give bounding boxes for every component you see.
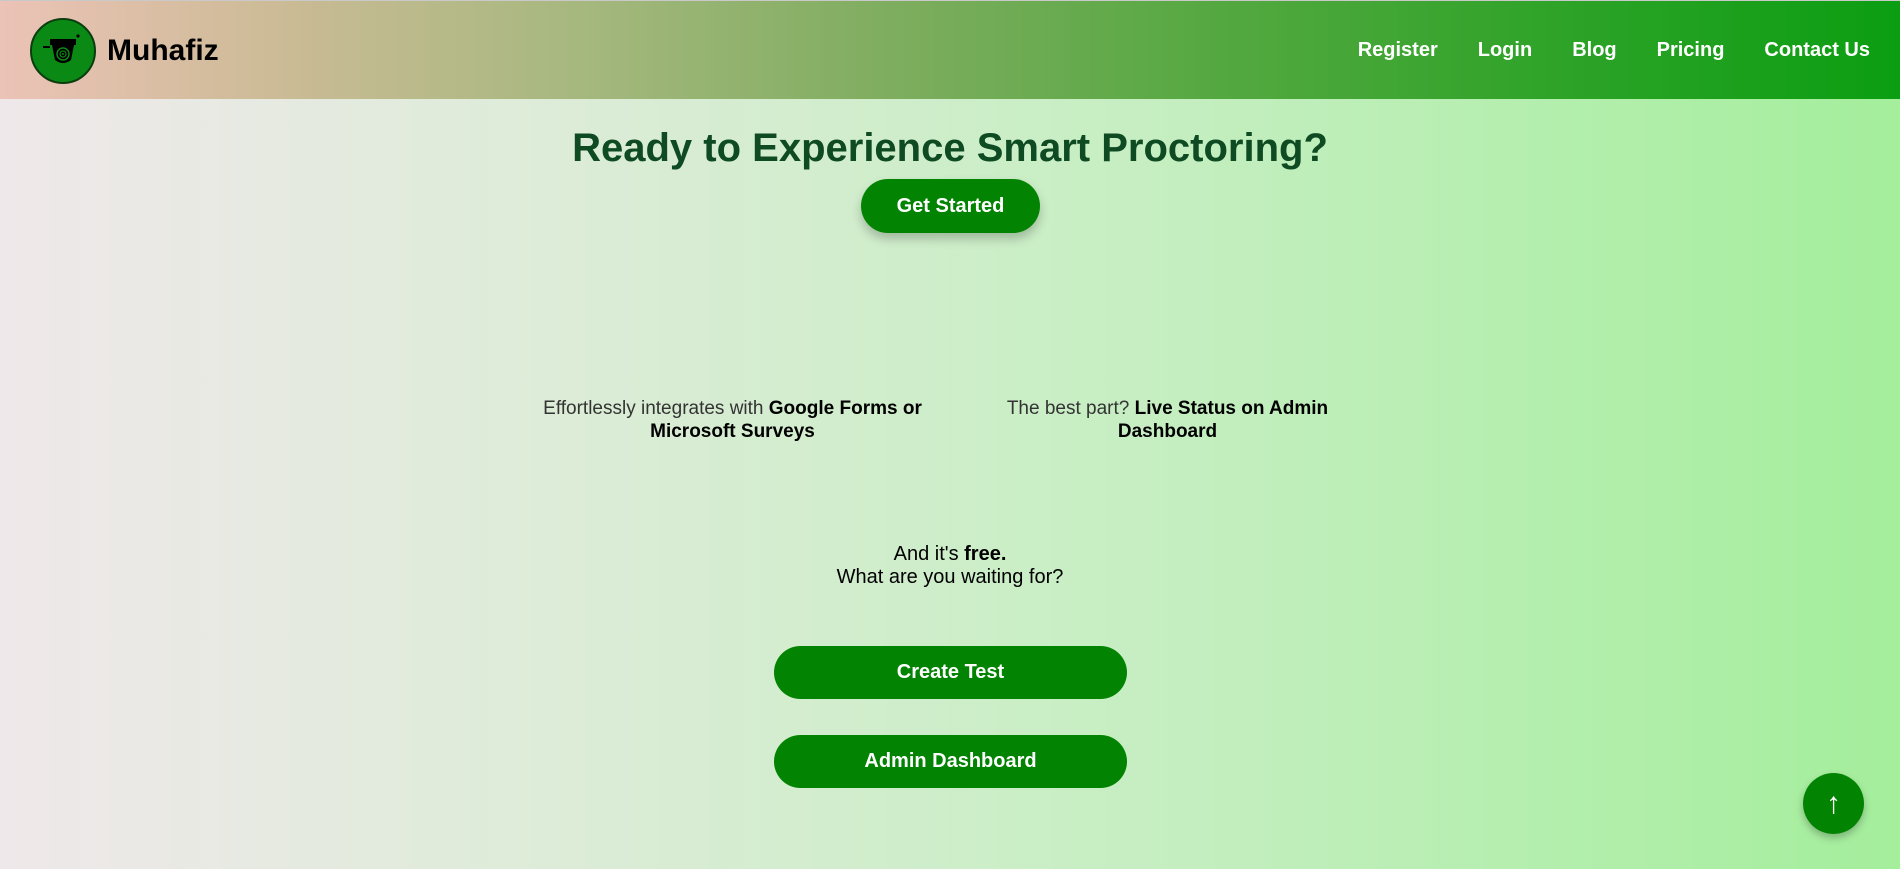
nav-contact-link[interactable]: Contact Us [1764, 39, 1870, 62]
free-note: And it's free. What are you waiting for? [0, 543, 1900, 589]
feature-live-status-highlight: Live Status on Admin Dashboard [1117, 398, 1329, 442]
feature-integrations: Effortlessly integrates with Google Form… [540, 397, 925, 443]
feature-live-status: The best part? Live Status on Admin Dash… [990, 397, 1345, 443]
arrow-up-icon: ↑ [1826, 786, 1841, 820]
create-test-button[interactable]: Create Test [774, 646, 1127, 699]
brand[interactable]: Muhafiz [30, 18, 219, 84]
free-note-prefix: And it's [893, 543, 965, 565]
cctv-camera-icon [30, 18, 96, 84]
brand-name: Muhafiz [107, 34, 219, 67]
nav-pricing-link[interactable]: Pricing [1657, 39, 1725, 62]
feature-integrations-prefix: Effortlessly integrates with [543, 398, 769, 419]
scroll-to-top-button[interactable]: ↑ [1803, 773, 1864, 834]
get-started-button[interactable]: Get Started [861, 179, 1040, 233]
feature-live-status-prefix: The best part? [1006, 398, 1135, 419]
nav-login-link[interactable]: Login [1478, 39, 1532, 62]
main-nav: Register Login Blog Pricing Contact Us [1318, 1, 1870, 100]
free-note-highlight: free. [964, 543, 1007, 565]
free-note-question: What are you waiting for? [836, 566, 1064, 588]
page-title: Ready to Experience Smart Proctoring? [572, 126, 1328, 170]
admin-dashboard-button[interactable]: Admin Dashboard [774, 735, 1127, 788]
nav-register-link[interactable]: Register [1358, 39, 1438, 62]
navbar: Muhafiz Register Login Blog Pricing Cont… [0, 0, 1900, 99]
nav-blog-link[interactable]: Blog [1572, 39, 1616, 62]
